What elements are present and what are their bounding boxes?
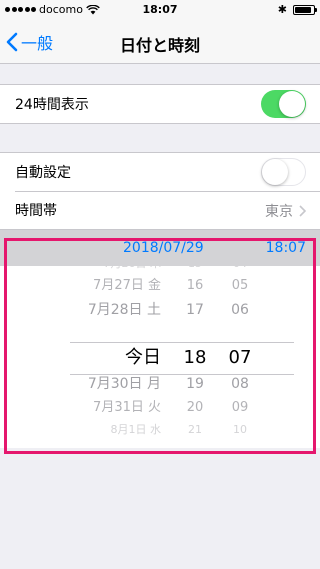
battery-level	[295, 6, 311, 13]
status-bar: docomo 18:07 ✱	[0, 0, 320, 20]
picker-hour-item[interactable]: 17	[175, 299, 215, 321]
picker-date-item[interactable]: 7月28日 土	[88, 299, 161, 321]
picker-hour-column[interactable]: 151617 18192021	[175, 266, 215, 448]
chevron-right-icon	[299, 205, 306, 217]
status-right: ✱	[277, 3, 317, 16]
picker-minute-item[interactable]: 06	[215, 299, 265, 321]
selection-line-bottom	[70, 374, 294, 375]
picker-minute-item[interactable]: 08	[215, 373, 265, 395]
hour24-switch[interactable]	[261, 90, 306, 118]
page-title: 日付と時刻	[119, 36, 200, 55]
hour24-row: 24時間表示	[0, 85, 320, 123]
picker-hour-item[interactable]: 20	[175, 397, 215, 419]
date-time-row[interactable]: 2018/07/29 18:07	[0, 230, 320, 266]
auto-set-row: 自動設定	[0, 153, 320, 191]
picker-minute-item[interactable]: 04	[215, 266, 265, 275]
settings-group-24h: 24時間表示	[0, 84, 320, 124]
picker-date-item[interactable]: 7月26日 木	[104, 266, 162, 275]
picker-hour-item[interactable]: 19	[175, 373, 215, 395]
switch-knob	[279, 91, 305, 117]
timezone-label: 時間帯	[15, 203, 57, 219]
timezone-value: 東京	[265, 204, 293, 220]
switch-knob	[262, 159, 288, 185]
picker-date-item[interactable]: 7月30日 月	[88, 373, 161, 395]
selected-date: 2018/07/29	[123, 240, 204, 256]
picker-minute-item[interactable]: 07	[215, 345, 265, 371]
picker-date-item[interactable]: 今日	[125, 345, 161, 371]
hour24-label: 24時間表示	[15, 97, 89, 113]
picker-minute-item[interactable]: 09	[215, 397, 265, 419]
picker-hour-item[interactable]: 18	[175, 345, 215, 371]
battery-icon	[293, 4, 317, 15]
date-time-picker[interactable]: 7月26日 木7月27日 金7月28日 土今日7月30日 月7月31日 火8月1…	[0, 266, 320, 448]
selected-time: 18:07	[265, 240, 306, 256]
picker-minute-item[interactable]: 10	[215, 419, 265, 441]
bluetooth-icon: ✱	[277, 3, 287, 16]
picker-minute-item[interactable]: 05	[215, 275, 265, 297]
settings-group-auto: 自動設定 時間帯 東京	[0, 152, 320, 230]
navigation-bar: 一般 日付と時刻	[0, 20, 320, 64]
picker-date-item[interactable]: 7月31日 火	[93, 397, 161, 419]
auto-set-switch[interactable]	[261, 158, 306, 186]
picker-date-column[interactable]: 7月26日 木7月27日 金7月28日 土今日7月30日 月7月31日 火8月1…	[0, 266, 175, 448]
picker-minute-column[interactable]: 040506 07080910	[215, 266, 265, 448]
selection-line-top	[70, 342, 294, 343]
picker-date-item[interactable]: 7月27日 金	[93, 275, 161, 297]
auto-set-label: 自動設定	[15, 165, 71, 181]
picker-hour-item[interactable]: 16	[175, 275, 215, 297]
picker-hour-item[interactable]: 15	[175, 266, 215, 275]
picker-hour-item[interactable]: 21	[175, 419, 215, 441]
status-time: 18:07	[142, 3, 178, 16]
timezone-row[interactable]: 時間帯 東京	[0, 191, 320, 229]
timezone-value-wrap: 東京	[265, 201, 306, 221]
picker-date-item[interactable]: 8月1日 水	[111, 419, 162, 441]
